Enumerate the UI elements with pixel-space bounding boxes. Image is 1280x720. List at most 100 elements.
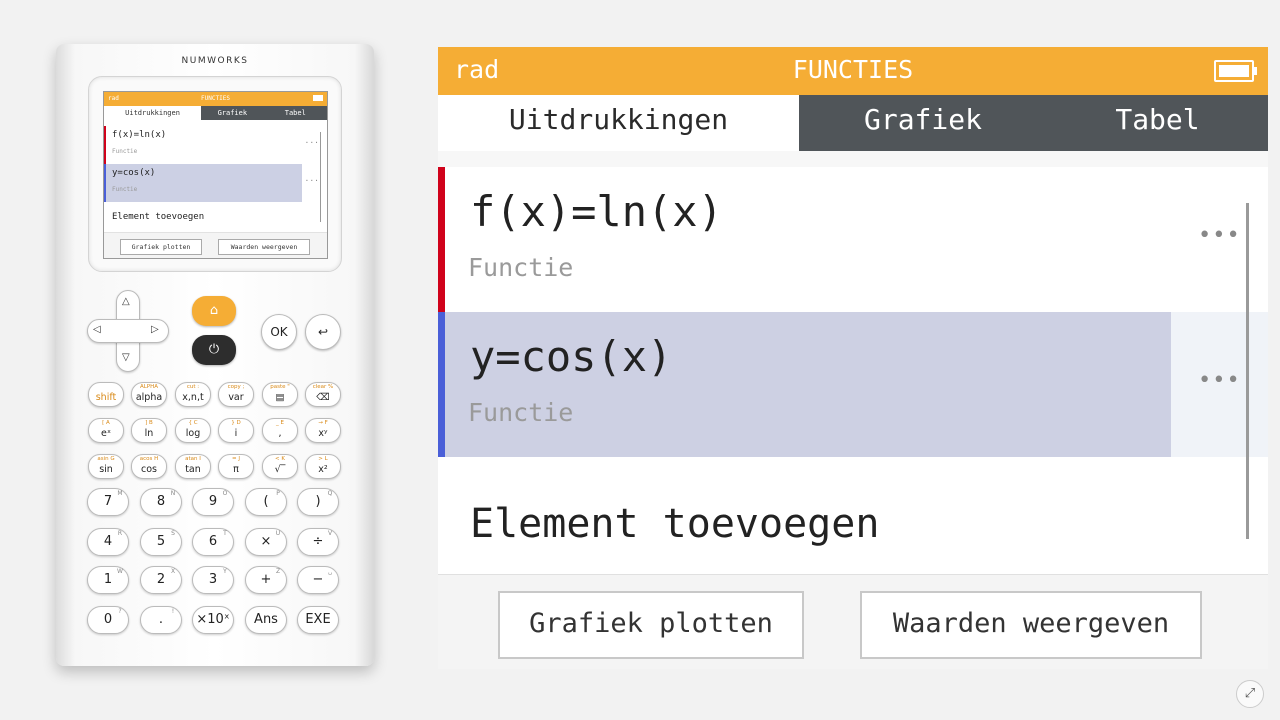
key-label: 5 — [156, 534, 166, 549]
more-icon[interactable]: ••• — [1198, 223, 1241, 248]
key-row2-3[interactable]: } D i — [218, 418, 254, 443]
key-row2-5[interactable]: → F xʸ — [305, 418, 341, 443]
key-row1-5[interactable]: clear % ⌫ — [305, 382, 341, 407]
key-row1-4[interactable]: paste " ▤ — [262, 382, 298, 407]
key-row5-4[interactable]: V ÷ — [297, 528, 339, 556]
plot-graph-button[interactable]: Grafiek plotten — [498, 591, 804, 659]
key-row4-1[interactable]: N8 — [140, 488, 182, 516]
key-label: ▤ — [275, 392, 285, 403]
key-row4-4[interactable]: Q) — [297, 488, 339, 516]
mini-add-element[interactable]: Element toevoegen — [112, 212, 204, 222]
mini-plot-button[interactable]: Grafiek plotten — [120, 239, 202, 255]
key-row6-3[interactable]: Z + — [245, 566, 287, 594]
key-label: ⌫ — [316, 392, 330, 403]
key-row3-1[interactable]: acos H cos — [131, 454, 167, 479]
key-label: cos — [141, 464, 157, 475]
key-row4-2[interactable]: O9 — [192, 488, 234, 516]
key-secondary-label: } D — [231, 420, 241, 426]
mini-screen: rad FUNCTIES Uitdrukkingen Grafiek Tabel… — [103, 91, 328, 259]
key-row2-0[interactable]: [ A eˣ — [88, 418, 124, 443]
back-key[interactable]: ↩ — [305, 314, 341, 350]
key-label: + — [260, 572, 272, 587]
key-label: EXE — [305, 612, 331, 627]
down-arrow-key[interactable]: ▽ — [122, 352, 130, 363]
tab-graph[interactable]: Grafiek — [799, 95, 1047, 151]
key-secondary-label: cut : — [186, 384, 200, 390]
fullscreen-icon[interactable]: ⤢ — [1236, 680, 1264, 708]
battery-icon — [1214, 60, 1257, 82]
key-row7-1[interactable]: !. — [140, 606, 182, 634]
mini-more-icon[interactable]: ... — [305, 174, 319, 183]
key-row3-3[interactable]: = J π — [218, 454, 254, 479]
add-element-row[interactable]: Element toevoegen — [438, 457, 1268, 574]
key-row5-2[interactable]: T6 — [192, 528, 234, 556]
mini-tab-expressions[interactable]: Uitdrukkingen — [104, 106, 202, 120]
key-label: . — [158, 612, 164, 627]
key-row7-2[interactable]: ×10ˣ — [192, 606, 234, 634]
key-label: √‾ — [274, 464, 286, 475]
key-row6-2[interactable]: Y3 — [192, 566, 234, 594]
key-row6-1[interactable]: X2 — [140, 566, 182, 594]
scrollbar[interactable] — [1246, 203, 1249, 539]
key-label: x² — [318, 464, 328, 475]
key-secondary-label: paste " — [270, 384, 290, 390]
home-key[interactable]: ⌂ — [192, 296, 236, 326]
key-secondary-label: ] B — [145, 420, 153, 426]
key-row5-1[interactable]: S5 — [140, 528, 182, 556]
key-row1-0[interactable]: shift — [88, 382, 124, 407]
key-label: ln — [144, 428, 154, 439]
key-secondary-label: clear % — [312, 384, 334, 390]
calculator-device: NUMWORKS rad FUNCTIES Uitdrukkingen Graf… — [56, 44, 374, 666]
key-row3-4[interactable]: < K √‾ — [262, 454, 298, 479]
key-label: 6 — [208, 534, 218, 549]
key-row1-1[interactable]: ALPHA alpha — [131, 382, 167, 407]
key-row6-4[interactable]: ␣ − — [297, 566, 339, 594]
key-row7-3[interactable]: Ans — [245, 606, 287, 634]
show-values-button[interactable]: Waarden weergeven — [860, 591, 1202, 659]
right-arrow-key[interactable]: ▷ — [151, 324, 159, 335]
key-row4-3[interactable]: P( — [245, 488, 287, 516]
key-row3-2[interactable]: atan I tan — [175, 454, 211, 479]
left-arrow-key[interactable]: ◁ — [93, 324, 101, 335]
ok-key[interactable]: OK — [261, 314, 297, 350]
calculator-display: rad FUNCTIES Uitdrukkingen Grafiek Tabel… — [438, 47, 1268, 669]
key-row1-2[interactable]: cut : x,n,t — [175, 382, 211, 407]
function-row-selected[interactable]: y=cos(x) Functie ••• — [438, 312, 1268, 457]
mini-function-row-selected[interactable]: y=cos(x) Functie — [104, 164, 302, 202]
app-tabs: Uitdrukkingen Grafiek Tabel — [438, 95, 1268, 151]
mini-app-title: FUNCTIES — [201, 95, 230, 102]
power-key[interactable]: ⏻ — [192, 335, 236, 365]
mini-more-icon[interactable]: ... — [305, 136, 319, 145]
function-row[interactable]: f(x)=ln(x) Functie ••• — [438, 167, 1268, 312]
brand-logo: NUMWORKS — [181, 56, 249, 66]
key-label: alpha — [135, 392, 163, 403]
more-icon[interactable]: ••• — [1198, 368, 1241, 393]
function-list: f(x)=ln(x) Functie ••• y=cos(x) Functie … — [438, 151, 1268, 574]
key-secondary-label: copy ; — [227, 384, 245, 390]
key-row2-1[interactable]: ] B ln — [131, 418, 167, 443]
key-row5-0[interactable]: R4 — [87, 528, 129, 556]
key-row5-3[interactable]: U × — [245, 528, 287, 556]
key-row4-0[interactable]: M7 — [87, 488, 129, 516]
mini-tab-table[interactable]: Tabel — [263, 106, 327, 120]
key-secondary-label: < K — [275, 456, 285, 462]
key-row7-4[interactable]: EXE — [297, 606, 339, 634]
mini-tabs: Uitdrukkingen Grafiek Tabel — [104, 106, 327, 120]
tab-expressions[interactable]: Uitdrukkingen — [438, 95, 799, 151]
mini-tab-graph[interactable]: Grafiek — [201, 106, 264, 120]
up-arrow-key[interactable]: △ — [122, 296, 130, 307]
key-row6-0[interactable]: W1 — [87, 566, 129, 594]
key-secondary-label: > L — [318, 456, 328, 462]
key-label: var — [228, 392, 244, 403]
mini-values-button[interactable]: Waarden weergeven — [218, 239, 310, 255]
key-row2-2[interactable]: { C log — [175, 418, 211, 443]
mini-function-row[interactable]: f(x)=ln(x) Functie — [104, 126, 302, 164]
function-label: Functie — [468, 253, 574, 282]
key-row3-5[interactable]: > L x² — [305, 454, 341, 479]
key-row1-3[interactable]: copy ; var — [218, 382, 254, 407]
key-row3-0[interactable]: asin G sin — [88, 454, 124, 479]
key-label: π — [233, 464, 239, 475]
key-row2-4[interactable]: _ E, — [262, 418, 298, 443]
tab-table[interactable]: Tabel — [1047, 95, 1268, 151]
key-row7-0[interactable]: ? 0 — [87, 606, 129, 634]
